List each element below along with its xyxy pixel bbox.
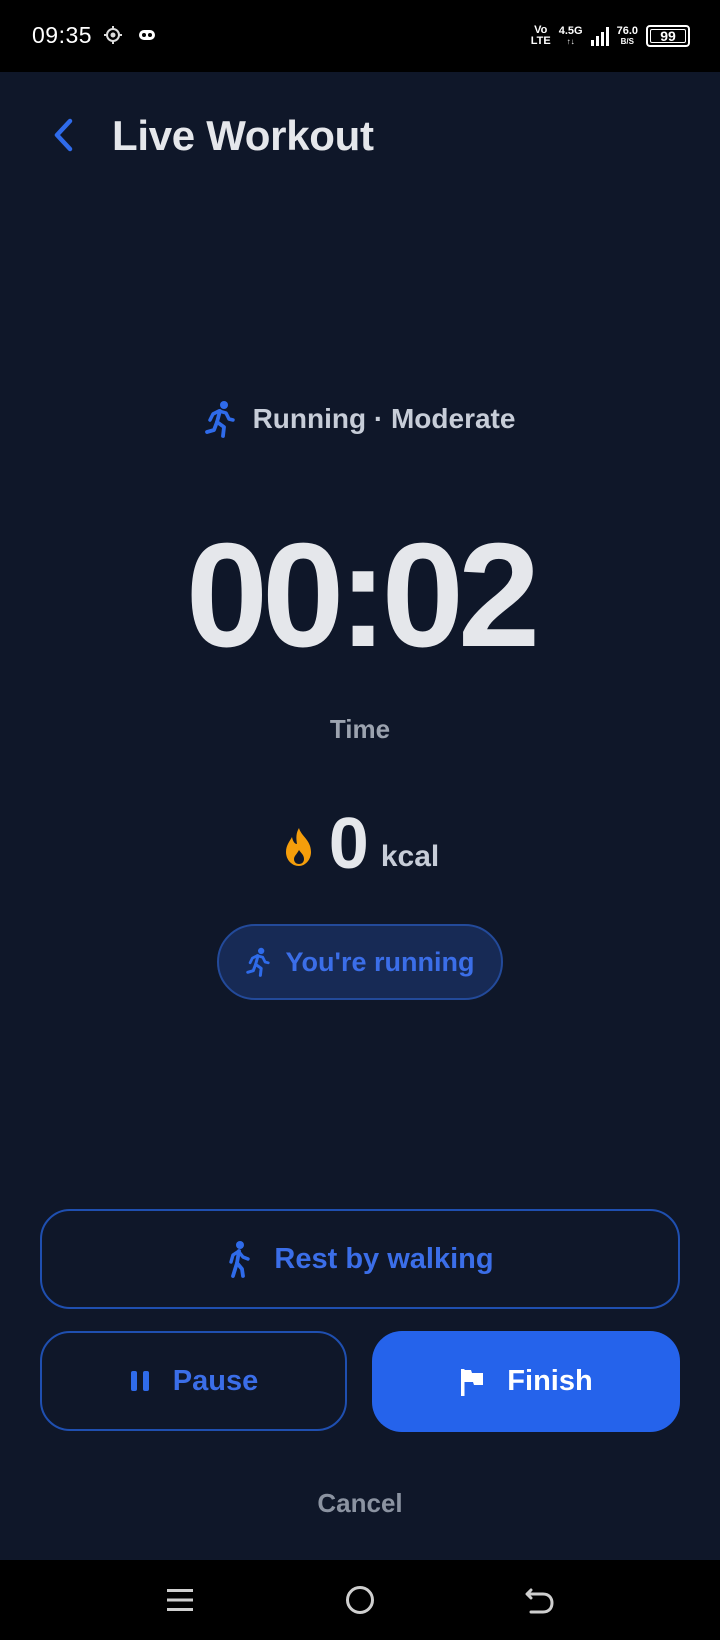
battery-icon: 99 <box>646 25 690 47</box>
network-speed-value: 76.0 <box>616 25 638 37</box>
battery-level: 99 <box>660 28 676 44</box>
home-circle-icon <box>346 1586 374 1614</box>
activity-state-label: You're running <box>285 946 475 977</box>
app-header: Live Workout <box>0 96 720 176</box>
status-time: 09:35 <box>32 22 93 48</box>
menu-icon <box>167 1589 193 1611</box>
timer-label: Time <box>329 714 391 744</box>
running-person-icon <box>204 401 235 438</box>
volte-indicator: Vo LTE <box>531 25 551 47</box>
rest-by-walking-button[interactable]: Rest by walking <box>40 1209 680 1309</box>
location-target-icon <box>104 26 122 44</box>
pause-icon <box>130 1371 149 1391</box>
back-button[interactable] <box>46 114 82 156</box>
network-speed-unit: B/S <box>620 37 634 46</box>
activity-state-badge: You're running <box>217 924 503 1000</box>
status-bar: 09:35 Vo LTE 4.5G ↑↓ 76.0 B/S 99 <box>0 0 720 72</box>
back-arrow-icon <box>525 1588 554 1614</box>
network-generation: 4.5G ↑↓ <box>558 25 583 47</box>
calories-unit: kcal <box>380 840 440 873</box>
flame-icon <box>285 828 311 866</box>
volte-bottom: LTE <box>530 35 551 47</box>
pause-button[interactable]: Pause <box>40 1331 347 1431</box>
flag-icon <box>461 1368 484 1396</box>
running-person-icon <box>245 947 270 977</box>
gamepad-icon <box>139 30 155 40</box>
activity-info: Running · Moderate <box>0 400 720 438</box>
data-arrows: ↑↓ <box>566 37 575 46</box>
cancel-button[interactable]: Cancel <box>0 1488 720 1519</box>
calories-display: 0 kcal <box>0 808 720 880</box>
finish-label: Finish <box>507 1365 593 1397</box>
calories-value: 0 <box>328 804 369 884</box>
finish-button[interactable]: Finish <box>372 1331 680 1432</box>
elapsed-timer: 00:02 <box>185 513 541 678</box>
pause-label: Pause <box>172 1364 259 1397</box>
chevron-left-icon <box>54 118 73 152</box>
network-generation-label: 4.5G <box>558 25 583 37</box>
system-navigation-bar <box>0 1560 720 1640</box>
walking-person-icon <box>229 1241 251 1278</box>
status-indicators: Vo LTE 4.5G ↑↓ 76.0 B/S 99 <box>531 20 690 52</box>
rest-by-walking-label: Rest by walking <box>274 1242 494 1275</box>
activity-label: Running · Moderate <box>252 403 516 434</box>
network-speed: 76.0 B/S <box>616 25 638 47</box>
signal-strength-icon <box>590 26 609 46</box>
back-nav-button[interactable] <box>518 1578 562 1622</box>
home-button[interactable] <box>338 1578 382 1622</box>
page-title: Live Workout <box>112 112 374 159</box>
recents-button[interactable] <box>158 1578 202 1622</box>
